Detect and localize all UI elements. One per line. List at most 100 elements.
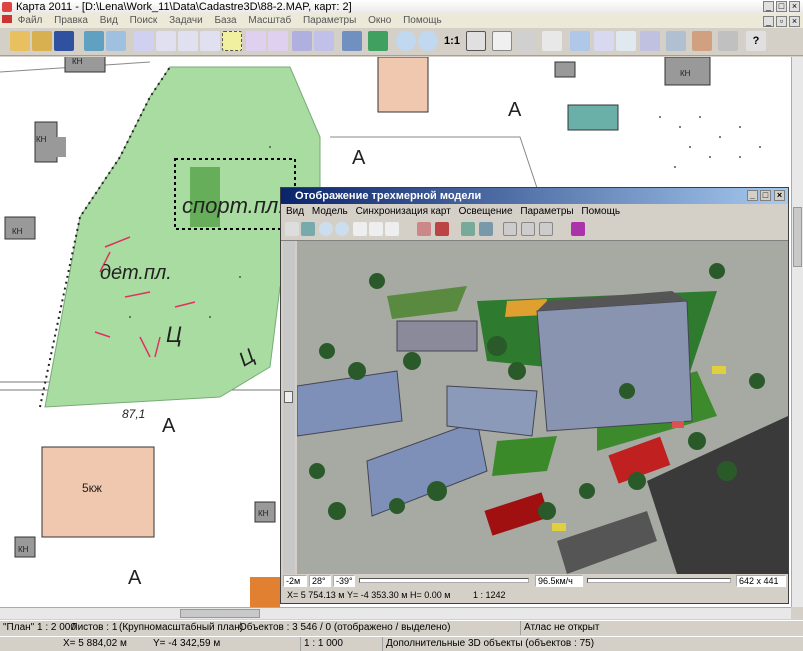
menu-tasks[interactable]: Задачи bbox=[169, 15, 203, 26]
mdi-minimize-button[interactable]: _ bbox=[763, 16, 774, 27]
print-icon[interactable] bbox=[718, 31, 738, 51]
v3-book-icon[interactable] bbox=[571, 222, 585, 236]
menu-base[interactable]: База bbox=[214, 15, 236, 26]
v3-copy-icon[interactable] bbox=[461, 222, 475, 236]
height-slider-thumb[interactable] bbox=[284, 391, 293, 403]
layers-icon[interactable] bbox=[84, 31, 104, 51]
viewer3d-window[interactable]: Отображение трехмерной модели _ □ × Вид … bbox=[280, 187, 789, 604]
height-value[interactable]: -2м bbox=[283, 575, 307, 587]
menu-params[interactable]: Параметры bbox=[303, 15, 356, 26]
3d-model-icon[interactable] bbox=[342, 31, 362, 51]
angle1-value[interactable]: 28° bbox=[309, 575, 331, 587]
disk-icon[interactable] bbox=[666, 31, 686, 51]
help-icon[interactable]: ? bbox=[746, 31, 766, 51]
menu-search[interactable]: Поиск bbox=[130, 15, 158, 26]
v3-zoom-out-icon[interactable] bbox=[335, 222, 349, 236]
fit-icon[interactable] bbox=[466, 31, 486, 51]
viewer3d-title-bar[interactable]: Отображение трехмерной модели _ □ × bbox=[281, 188, 788, 204]
pan-slider[interactable] bbox=[359, 578, 529, 583]
label-a2: А bbox=[352, 147, 366, 169]
scale-1-1-button[interactable]: 1:1 bbox=[440, 31, 464, 51]
status-scale: 1 : 1 000 bbox=[300, 637, 343, 651]
label-c1: Ц bbox=[166, 322, 182, 347]
map-horizontal-scrollbar[interactable] bbox=[0, 607, 791, 619]
select-frame-icon[interactable] bbox=[222, 31, 242, 51]
v3-select-icon[interactable] bbox=[285, 222, 299, 236]
select-add-icon[interactable] bbox=[246, 31, 266, 51]
list-icon[interactable] bbox=[292, 31, 312, 51]
v3-grid-icon[interactable] bbox=[301, 222, 315, 236]
minimize-button[interactable]: _ bbox=[763, 1, 774, 12]
open-folder-icon[interactable] bbox=[10, 31, 30, 51]
viewer3d-menu-help[interactable]: Помощь bbox=[581, 206, 620, 217]
list2-icon[interactable] bbox=[314, 31, 334, 51]
angle2-value[interactable]: -39° bbox=[333, 575, 355, 587]
zoom-out-icon[interactable] bbox=[396, 31, 416, 51]
viewer3d-menu-model[interactable]: Модель bbox=[312, 206, 348, 217]
v3-pause-icon[interactable] bbox=[521, 222, 535, 236]
pointer-icon[interactable] bbox=[542, 31, 562, 51]
viewer3d-close-button[interactable]: × bbox=[774, 190, 785, 201]
viewer3d-menu-view[interactable]: Вид bbox=[286, 206, 304, 217]
v3-stop-icon[interactable] bbox=[539, 222, 553, 236]
menu-scale[interactable]: Масштаб bbox=[248, 15, 291, 26]
v3-model-icon[interactable] bbox=[435, 222, 449, 236]
text-icon[interactable] bbox=[594, 31, 614, 51]
check-icon[interactable] bbox=[492, 31, 512, 51]
tag-icon[interactable] bbox=[616, 31, 636, 51]
menu-bar: Файл Правка Вид Поиск Задачи База Масшта… bbox=[0, 14, 803, 28]
menu-help[interactable]: Помощь bbox=[403, 15, 442, 26]
label-kn3: КН bbox=[680, 69, 691, 78]
scroll-thumb[interactable] bbox=[793, 207, 802, 267]
label-a1: А bbox=[508, 99, 522, 121]
select-question-icon[interactable] bbox=[268, 31, 288, 51]
select-obj-icon[interactable] bbox=[200, 31, 220, 51]
close-button[interactable]: × bbox=[789, 1, 800, 12]
zoom-in-icon[interactable] bbox=[418, 31, 438, 51]
v3-rotate-icon[interactable] bbox=[369, 222, 383, 236]
label-kn1: КН bbox=[36, 135, 47, 144]
menu-window[interactable]: Окно bbox=[368, 15, 391, 26]
v3-zoom-in-icon[interactable] bbox=[319, 222, 333, 236]
menu-edit[interactable]: Правка bbox=[54, 15, 88, 26]
scene-graphics bbox=[297, 241, 788, 574]
v3-tools-icon[interactable] bbox=[417, 222, 431, 236]
v3-frame-icon[interactable] bbox=[385, 222, 399, 236]
viewer3d-toolbar bbox=[281, 219, 788, 241]
viewer3d-menu-light[interactable]: Освещение bbox=[459, 206, 513, 217]
mdi-restore-button[interactable]: ▫ bbox=[776, 16, 787, 27]
select-icon[interactable] bbox=[134, 31, 154, 51]
select-text-icon[interactable] bbox=[156, 31, 176, 51]
speed-slider[interactable] bbox=[587, 578, 731, 583]
viewer3d-menu-params[interactable]: Параметры bbox=[520, 206, 573, 217]
menu-file[interactable]: Файл bbox=[18, 15, 43, 26]
view-size: 642 x 441 bbox=[736, 575, 786, 587]
table-icon[interactable] bbox=[570, 31, 590, 51]
status-bar-1: "План" 1 : 2 000 Листов : 1 (Крупномасшт… bbox=[0, 620, 803, 635]
viewer3d-maximize-button[interactable]: □ bbox=[760, 190, 771, 201]
v3-copy2-icon[interactable] bbox=[479, 222, 493, 236]
hscroll-thumb[interactable] bbox=[180, 609, 260, 618]
back-icon[interactable] bbox=[516, 31, 536, 51]
save-icon[interactable] bbox=[54, 31, 74, 51]
map-vertical-scrollbar[interactable] bbox=[791, 57, 803, 607]
main-toolbar: 1:1 ? bbox=[0, 28, 803, 56]
list3-icon[interactable] bbox=[640, 31, 660, 51]
viewer3d-menu-sync[interactable]: Синхронизация карт bbox=[356, 206, 451, 217]
v3-play-icon[interactable] bbox=[503, 222, 517, 236]
viewer3d-height-slider[interactable] bbox=[283, 241, 295, 574]
lightning-icon[interactable] bbox=[368, 31, 388, 51]
mdi-close-button[interactable]: × bbox=[789, 16, 800, 27]
speed-value[interactable]: 96.5км/ч bbox=[535, 575, 583, 587]
viewer3d-minimize-button[interactable]: _ bbox=[747, 190, 758, 201]
maximize-button[interactable]: □ bbox=[776, 1, 787, 12]
tools-icon[interactable] bbox=[692, 31, 712, 51]
v3-check-icon[interactable] bbox=[353, 222, 367, 236]
menu-view[interactable]: Вид bbox=[100, 15, 118, 26]
legend-icon[interactable] bbox=[106, 31, 126, 51]
open-folder2-icon[interactable] bbox=[32, 31, 52, 51]
viewer3d-scale: 1 : 1242 bbox=[473, 590, 506, 600]
app-title-bar: Карта 2011 - [D:\Lena\Work_11\Data\Cadas… bbox=[0, 0, 803, 14]
viewer3d-scene[interactable] bbox=[297, 241, 788, 574]
select-poly-icon[interactable] bbox=[178, 31, 198, 51]
